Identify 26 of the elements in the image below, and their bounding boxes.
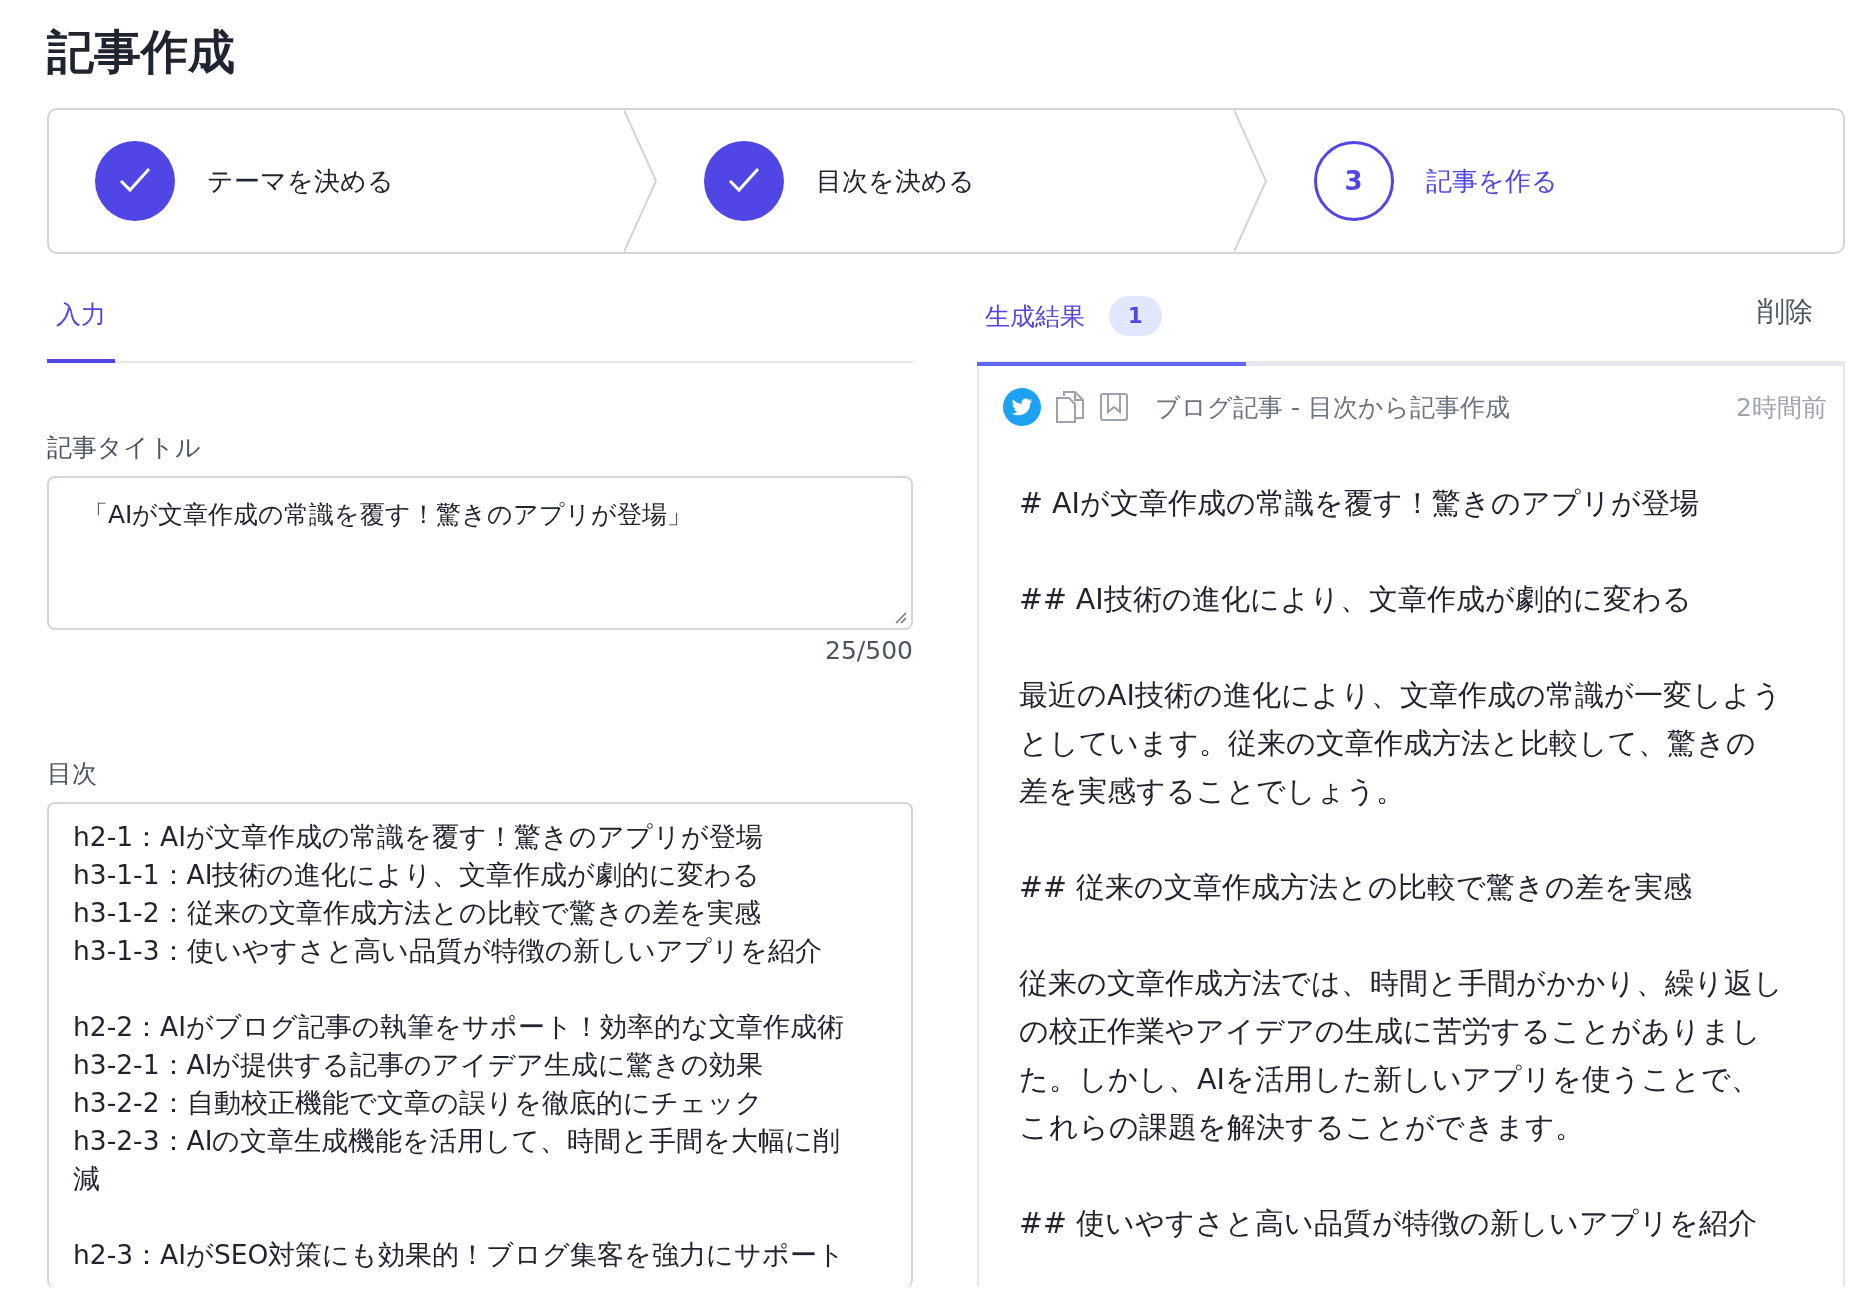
bookmark-icon[interactable] (1099, 392, 1129, 422)
article-paragraph: # AIが文章作成の常識を覆す！驚きのアプリが登場 (1019, 486, 1700, 522)
delete-button[interactable]: 削除 (1757, 293, 1845, 361)
bird-icon[interactable] (1003, 388, 1041, 426)
title-text: 「AIが文章作成の常識を覆す！驚きのアプリが登場」 (83, 500, 693, 529)
title-field[interactable]: 「AIが文章作成の常識を覆す！驚きのアプリが登場」 (47, 476, 913, 630)
result-tab[interactable]: 生成結果 1 (977, 296, 1246, 366)
character-counter: 25/500 (825, 636, 913, 665)
step-indicator: 3 (1313, 141, 1394, 221)
result-source: ブログ記事 - 目次から記事作成 (1155, 391, 1510, 424)
field-label: 目次 (47, 758, 98, 790)
article-paragraph: 従来の文章作成方法では、時間と手間がかかり、繰り返しの校正作業やアイデアの生成に苦労することがありました。しかし、AIを活用した新しいアプリを使うことで、これらの課題を解決することができます。 (1019, 966, 1783, 1146)
page-title: 記事作成 (47, 23, 236, 81)
article-paragraph: ## 使いやすさと高い品質が特徴の新しいアプリを紹介 (1019, 1206, 1758, 1242)
article-paragraph: ## 従来の文章作成方法との比較で驚きの差を実感 (1019, 870, 1693, 906)
timestamp: 2時間前 (1736, 391, 1827, 424)
article-paragraph: 最近のAI技術の進化により、文章作成の常識が一変しようとしています。従来の文章作成方法と比較して、驚きの差を実感することでしょう。 (1019, 678, 1783, 810)
field-label: 記事タイトル (47, 432, 202, 464)
copy-icon[interactable] (1055, 390, 1085, 424)
step-label: 目次を決める (816, 164, 976, 198)
input-tab[interactable]: 入力 (47, 298, 115, 363)
article-paragraph: ## AI技術の進化により、文章作成が劇的に変わる (1019, 582, 1693, 618)
step-label: 記事を作る (1425, 164, 1558, 198)
step-label: テーマを決める (207, 164, 394, 198)
count-badge: 1 (1109, 296, 1162, 336)
resize-handle-icon[interactable] (893, 610, 907, 624)
